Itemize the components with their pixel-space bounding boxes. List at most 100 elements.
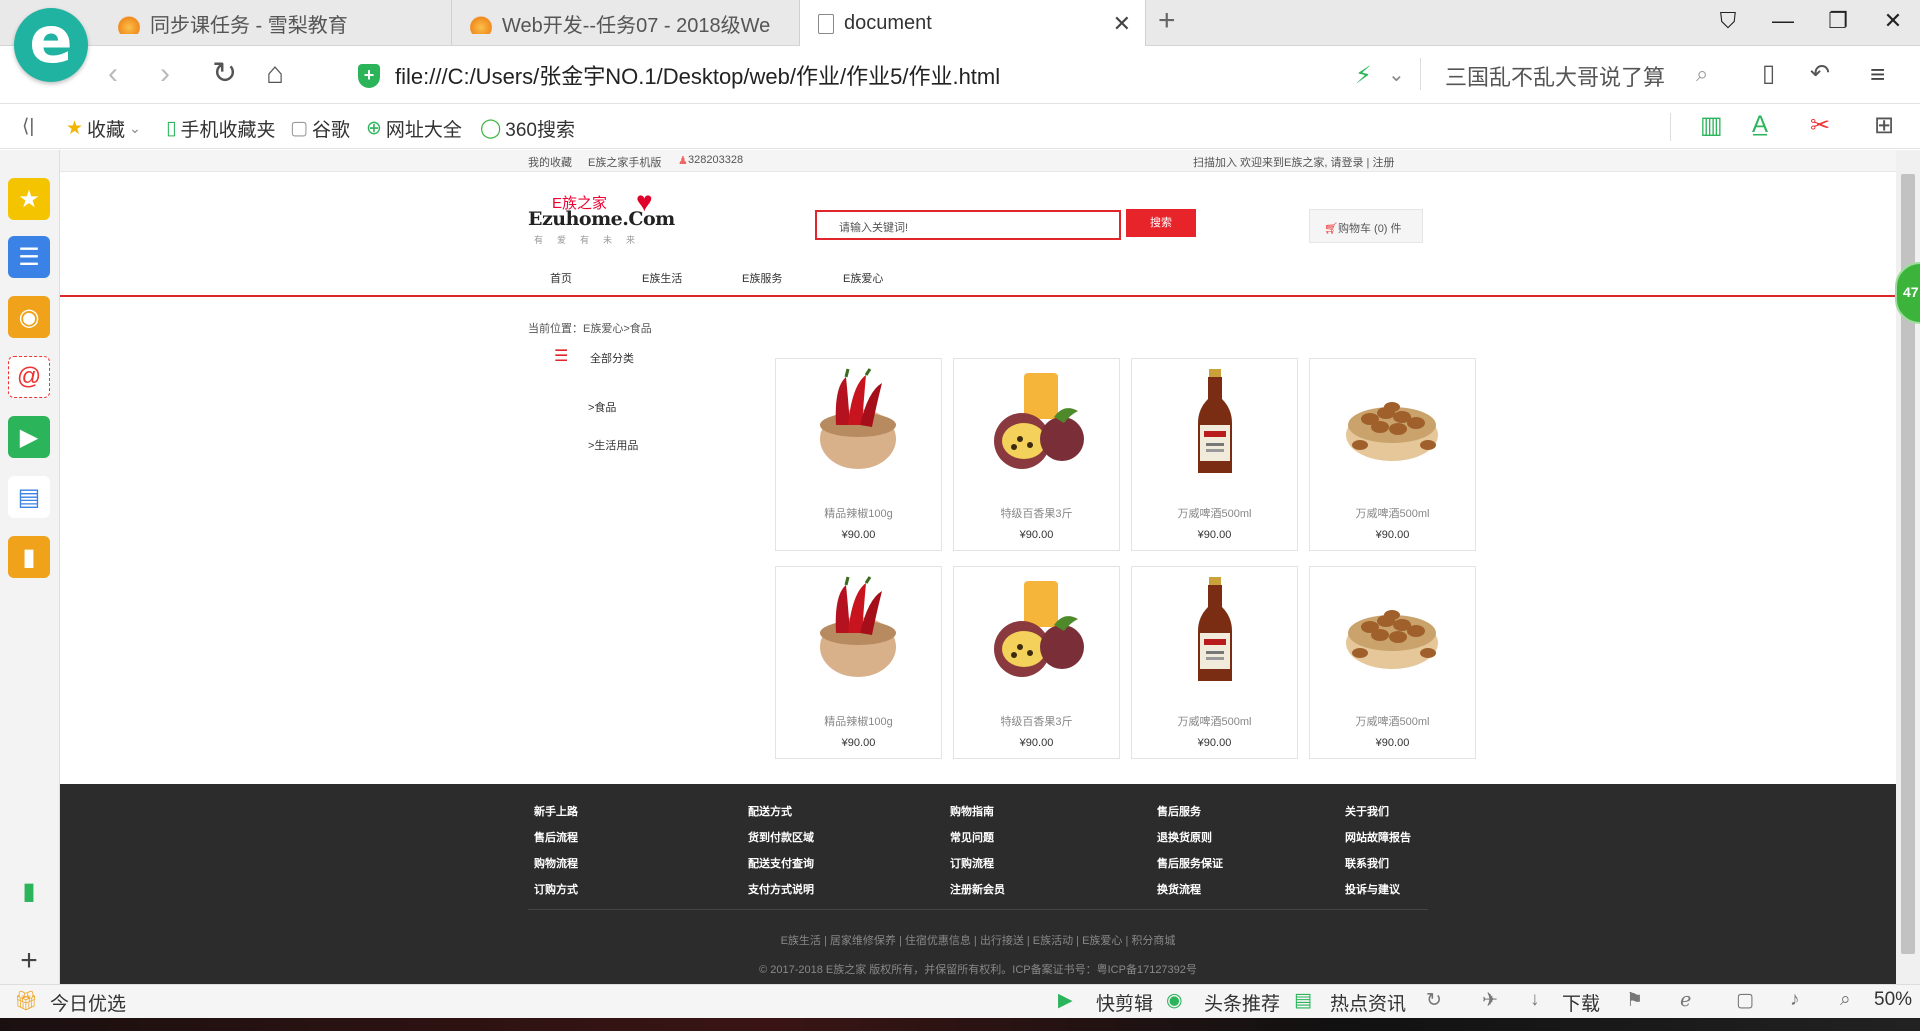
product-name[interactable]: 特级百香果3斤: [954, 505, 1119, 521]
menu-service[interactable]: E族服务: [742, 270, 782, 286]
search-box[interactable]: 三国乱不乱大哥说了算: [1445, 60, 1665, 92]
tab-1[interactable]: 同步课任务 - 雪梨教育: [100, 0, 452, 46]
translate-icon[interactable]: A̲: [1752, 111, 1768, 139]
chevron-down-icon[interactable]: ⌄: [1388, 62, 1405, 87]
footer-link[interactable]: 换货流程: [1157, 877, 1223, 903]
menu-life[interactable]: E族生活: [642, 270, 682, 286]
product-image[interactable]: [1340, 367, 1445, 477]
cart-button[interactable]: 🛒︎购物车 (0) 件: [1309, 209, 1423, 243]
reload-icon[interactable]: ↻: [212, 58, 237, 90]
footer-links[interactable]: E族生活 | 居家维修保养 | 住宿优惠信息 | 出行接送 | E族活动 | E…: [60, 932, 1896, 948]
welcome-login-text[interactable]: 扫描加入 欢迎来到E族之家, 请登录 | 注册: [1193, 154, 1394, 170]
product-card[interactable]: 精品辣椒100g ¥90.00: [775, 358, 942, 551]
footer-link[interactable]: 投诉与建议: [1345, 877, 1411, 903]
close-window-button[interactable]: ✕: [1875, 8, 1911, 34]
status-headlines[interactable]: 头条推荐: [1204, 989, 1280, 1016]
zoom-level[interactable]: 50%: [1874, 989, 1912, 1011]
product-name[interactable]: 万威啤酒500ml: [1132, 713, 1297, 729]
product-card[interactable]: 万威啤酒500ml ¥90.00: [1309, 566, 1476, 759]
phone-icon[interactable]: ▯: [1762, 58, 1775, 90]
footer-link[interactable]: 网站故障报告: [1345, 825, 1411, 851]
product-name[interactable]: 万威啤酒500ml: [1132, 505, 1297, 521]
menu-charity[interactable]: E族爱心: [843, 270, 883, 286]
mail-icon[interactable]: @: [8, 356, 50, 398]
category-food[interactable]: >食品: [588, 399, 616, 415]
sound-icon[interactable]: ♪: [1790, 989, 1800, 1011]
footer-link[interactable]: 售后服务: [1157, 799, 1223, 825]
footer-link[interactable]: 订购流程: [950, 851, 1005, 877]
product-name[interactable]: 精品辣椒100g: [776, 713, 941, 729]
footer-link[interactable]: 退换货原则: [1157, 825, 1223, 851]
bookmark-mobile[interactable]: ▯ 手机收藏夹: [166, 115, 275, 142]
product-name[interactable]: 特级百香果3斤: [954, 713, 1119, 729]
bookmark-favorites[interactable]: ★ 收藏 ⌄: [66, 115, 141, 142]
footer-link[interactable]: 售后服务保证: [1157, 851, 1223, 877]
apps-grid-icon[interactable]: ⊞: [1874, 111, 1894, 140]
close-tab-icon[interactable]: ✕: [1113, 11, 1131, 37]
bookmark-sites[interactable]: ⊕ 网址大全: [366, 115, 462, 142]
status-hotnews[interactable]: 热点资讯: [1330, 989, 1406, 1016]
tab-3-active[interactable]: document ✕: [800, 0, 1146, 47]
footer-link[interactable]: 新手上路: [534, 799, 578, 825]
footer-link[interactable]: 注册新会员: [950, 877, 1005, 903]
bookmark-360[interactable]: ◯ 360搜索: [480, 115, 575, 142]
footer-link[interactable]: 常见问题: [950, 825, 1005, 851]
footer-link[interactable]: 配送方式: [748, 799, 814, 825]
footer-link[interactable]: 购物流程: [534, 851, 578, 877]
speed-mode-icon[interactable]: ⚡: [1355, 61, 1372, 90]
product-name[interactable]: 万威啤酒500ml: [1310, 713, 1475, 729]
ie-icon[interactable]: ℯ: [1680, 989, 1691, 1012]
flag-icon[interactable]: ⚑: [1626, 989, 1643, 1012]
new-tab-button[interactable]: +: [1158, 6, 1176, 36]
undo-icon[interactable]: ↶: [1810, 58, 1830, 90]
screenshot-icon[interactable]: ✂: [1810, 111, 1830, 140]
product-image[interactable]: [1340, 575, 1445, 685]
back-button[interactable]: ‹: [108, 58, 118, 90]
menu-home[interactable]: 首页: [550, 270, 572, 286]
tab-2[interactable]: Web开发--任务07 - 2018级We: [452, 0, 800, 46]
skin-icon[interactable]: ⛉: [1710, 8, 1746, 34]
product-card[interactable]: 万威啤酒500ml ¥90.00: [1131, 566, 1298, 759]
home-icon[interactable]: ⌂: [266, 58, 284, 90]
site-search-button[interactable]: 搜索: [1126, 209, 1196, 237]
product-image[interactable]: [1162, 575, 1267, 685]
url-field[interactable]: file:///C:/Users/张金宇NO.1/Desktop/web/作业/…: [395, 59, 1000, 91]
browser-logo[interactable]: e: [14, 8, 88, 82]
mobile-version-link[interactable]: E族之家手机版: [588, 154, 661, 170]
my-favorites-link[interactable]: 我的收藏: [528, 154, 572, 170]
collapse-sidebar-icon[interactable]: ⟨|: [22, 115, 34, 138]
product-name[interactable]: 万威啤酒500ml: [1310, 505, 1475, 521]
bookmark-google[interactable]: ▢ 谷歌: [290, 115, 350, 142]
forward-button[interactable]: ›: [160, 58, 170, 90]
bookmark-book-icon[interactable]: ▮: [8, 536, 50, 578]
footer-link[interactable]: 购物指南: [950, 799, 1005, 825]
footer-link[interactable]: 售后流程: [534, 825, 578, 851]
product-name[interactable]: 精品辣椒100g: [776, 505, 941, 521]
footer-link[interactable]: 订购方式: [534, 877, 578, 903]
today-picks[interactable]: 今日优选: [50, 989, 126, 1016]
restore-button[interactable]: ❐: [1820, 8, 1856, 34]
favorites-star-icon[interactable]: ★: [8, 178, 50, 220]
site-search-input[interactable]: 请输入关键词!: [815, 210, 1121, 240]
pin-icon[interactable]: ✈: [1482, 989, 1498, 1012]
product-image[interactable]: [984, 367, 1089, 477]
status-download[interactable]: 下载: [1562, 989, 1600, 1016]
product-image[interactable]: [806, 367, 911, 477]
category-daily[interactable]: >生活用品: [588, 437, 638, 453]
product-card[interactable]: 特级百香果3斤 ¥90.00: [953, 358, 1120, 551]
security-shield-icon[interactable]: +: [358, 64, 380, 88]
window-icon[interactable]: ▢: [1736, 989, 1754, 1012]
news-icon[interactable]: ☰: [8, 236, 50, 278]
search-icon[interactable]: ⌕: [1696, 58, 1708, 90]
menu-icon[interactable]: ≡: [1870, 58, 1885, 90]
minimize-button[interactable]: —: [1765, 8, 1801, 34]
add-icon[interactable]: +: [8, 940, 50, 982]
weibo-icon[interactable]: ◉: [8, 296, 50, 338]
reader-icon[interactable]: ▥: [1700, 111, 1723, 140]
notes-icon[interactable]: ▤: [8, 476, 50, 518]
status-clip[interactable]: 快剪辑: [1096, 989, 1153, 1016]
product-image[interactable]: [806, 575, 911, 685]
site-logo[interactable]: E族之家 ♥ Ezuhome.Com 有爱有未来: [528, 186, 675, 248]
refresh-icon[interactable]: ↻: [1426, 989, 1442, 1012]
footer-link[interactable]: 支付方式说明: [748, 877, 814, 903]
